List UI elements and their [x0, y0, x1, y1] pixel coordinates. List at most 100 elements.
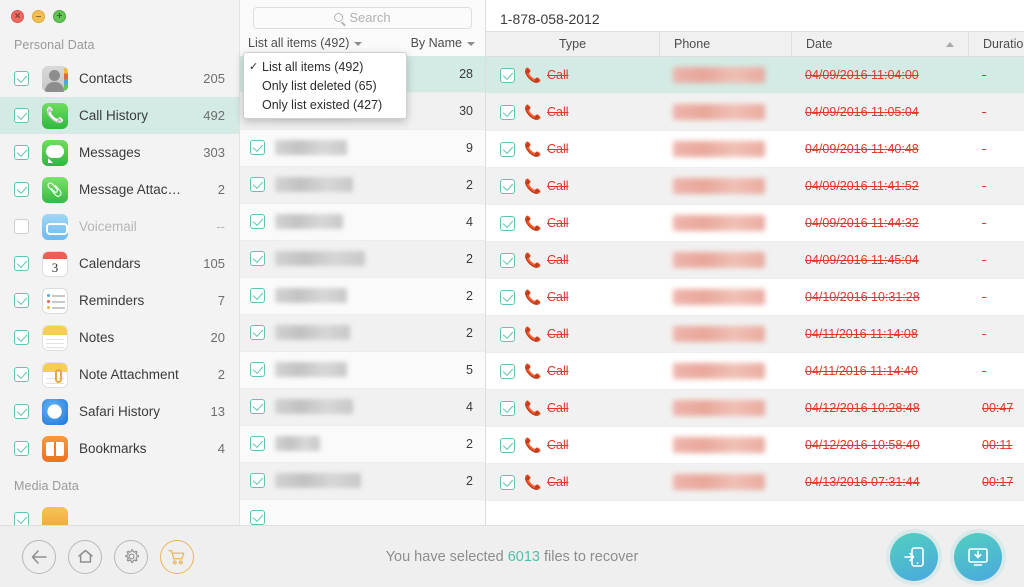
row-checkbox[interactable]	[500, 142, 515, 157]
list-item[interactable]: 4	[240, 204, 485, 241]
table-row[interactable]: Call04/13/2016 07:31:4400:17	[486, 464, 1024, 501]
list-item[interactable]: 2	[240, 463, 485, 500]
settings-button[interactable]	[114, 540, 148, 574]
row-checkbox[interactable]	[500, 290, 515, 305]
sidebar-item-media[interactable]	[0, 501, 239, 525]
list-item-checkbox[interactable]	[250, 436, 265, 451]
sidebar-item-safari-history[interactable]: Safari History13	[0, 393, 239, 430]
sidebar-item-note-attachment[interactable]: Note Attachment2	[0, 356, 239, 393]
column-header-duration[interactable]: Duration	[968, 32, 1024, 56]
sidebar-item-checkbox[interactable]	[14, 441, 29, 456]
list-item-checkbox[interactable]	[250, 473, 265, 488]
list-item-checkbox[interactable]	[250, 288, 265, 303]
column-header-type[interactable]: Type	[486, 32, 659, 56]
table-row[interactable]: Call04/09/2016 11:44:32-	[486, 205, 1024, 242]
list-filter-menu[interactable]: ✓List all items (492)Only list deleted (…	[243, 52, 407, 119]
list-item[interactable]: 2	[240, 315, 485, 352]
list-item-checkbox[interactable]	[250, 214, 265, 229]
recover-to-device-button[interactable]	[890, 533, 938, 581]
cell-duration-label: -	[982, 68, 986, 82]
cell-date: 04/12/2016 10:58:40	[791, 427, 968, 463]
zoom-button[interactable]	[53, 10, 66, 23]
sidebar-item-label: Contacts	[79, 71, 195, 86]
sidebar-item-checkbox[interactable]	[14, 71, 29, 86]
row-checkbox[interactable]	[500, 475, 515, 490]
sidebar-item-checkbox[interactable]	[14, 330, 29, 345]
list-item-checkbox[interactable]	[250, 177, 265, 192]
back-button[interactable]	[22, 540, 56, 574]
sidebar-item-checkbox[interactable]	[14, 145, 29, 160]
sidebar-item-message-attac[interactable]: Message Attac…2	[0, 171, 239, 208]
table-row[interactable]: Call04/10/2016 10:31:28-	[486, 279, 1024, 316]
sort-dropdown[interactable]: By Name	[411, 36, 475, 50]
list-item-checkbox[interactable]	[250, 251, 265, 266]
contact-list[interactable]: 28309242225422	[240, 56, 485, 525]
sidebar-item-voicemail[interactable]: Voicemail--	[0, 208, 239, 245]
table-body[interactable]: Call04/09/2016 11:04:00-Call04/09/2016 1…	[486, 57, 1024, 525]
list-item[interactable]: 9	[240, 130, 485, 167]
sidebar-item-notes[interactable]: Notes20	[0, 319, 239, 356]
sidebar-item-contacts[interactable]: Contacts205	[0, 60, 239, 97]
sidebar-item-checkbox[interactable]	[14, 256, 29, 271]
row-checkbox[interactable]	[500, 216, 515, 231]
list-item[interactable]: 2	[240, 426, 485, 463]
column-header-phone[interactable]: Phone	[659, 32, 791, 56]
list-item-count: 2	[466, 252, 473, 266]
list-item-checkbox[interactable]	[250, 140, 265, 155]
sidebar-item-calendars[interactable]: 3Calendars105	[0, 245, 239, 282]
table-row[interactable]: Call04/09/2016 11:45:04-	[486, 242, 1024, 279]
row-checkbox[interactable]	[500, 438, 515, 453]
row-checkbox[interactable]	[500, 401, 515, 416]
recover-to-computer-button[interactable]	[954, 533, 1002, 581]
row-checkbox[interactable]	[500, 179, 515, 194]
list-item[interactable]: 2	[240, 278, 485, 315]
table-row[interactable]: Call04/12/2016 10:58:4000:11	[486, 427, 1024, 464]
table-row[interactable]: Call04/12/2016 10:28:4800:47	[486, 390, 1024, 427]
row-checkbox[interactable]	[500, 327, 515, 342]
list-filter-dropdown[interactable]: List all items (492)	[248, 36, 362, 50]
cart-button[interactable]	[160, 540, 194, 574]
list-item-checkbox[interactable]	[250, 362, 265, 377]
cell-type: Call	[486, 279, 659, 315]
sidebar-item-checkbox[interactable]	[14, 404, 29, 419]
list-item-checkbox[interactable]	[250, 399, 265, 414]
list-item[interactable]: 5	[240, 352, 485, 389]
table-row[interactable]: Call04/11/2016 11:14:08-	[486, 316, 1024, 353]
filter-menu-item[interactable]: ✓List all items (492)	[244, 57, 406, 76]
cell-date: 04/10/2016 10:31:28	[791, 279, 968, 315]
row-checkbox[interactable]	[500, 364, 515, 379]
search-input[interactable]: Search	[253, 7, 472, 29]
sidebar-item-checkbox[interactable]	[14, 293, 29, 308]
sidebar-item-call-history[interactable]: Call History492	[0, 97, 239, 134]
list-item[interactable]	[240, 500, 485, 525]
list-item-count: 4	[466, 400, 473, 414]
table-row[interactable]: Call04/09/2016 11:05:04-	[486, 94, 1024, 131]
filter-menu-item[interactable]: Only list existed (427)	[244, 95, 406, 114]
list-item-checkbox[interactable]	[250, 510, 265, 525]
sidebar-item-checkbox[interactable]	[14, 367, 29, 382]
list-item[interactable]: 2	[240, 241, 485, 278]
column-header-date[interactable]: Date	[791, 32, 968, 56]
row-checkbox[interactable]	[500, 253, 515, 268]
filter-menu-item[interactable]: Only list deleted (65)	[244, 76, 406, 95]
list-item-checkbox[interactable]	[250, 325, 265, 340]
home-button[interactable]	[68, 540, 102, 574]
row-checkbox[interactable]	[500, 68, 515, 83]
row-checkbox[interactable]	[500, 105, 515, 120]
list-item[interactable]: 4	[240, 389, 485, 426]
sidebar-item-checkbox[interactable]	[14, 512, 29, 525]
sidebar-item-messages[interactable]: Messages303	[0, 134, 239, 171]
sidebar-item-bookmarks[interactable]: Bookmarks4	[0, 430, 239, 467]
table-row[interactable]: Call04/09/2016 11:04:00-	[486, 57, 1024, 94]
table-row[interactable]: Call04/09/2016 11:41:52-	[486, 168, 1024, 205]
sidebar-item-checkbox[interactable]	[14, 182, 29, 197]
minimize-button[interactable]	[32, 10, 45, 23]
table-row[interactable]: Call04/09/2016 11:40:48-	[486, 131, 1024, 168]
table-row[interactable]: Call04/11/2016 11:14:40-	[486, 353, 1024, 390]
sidebar-item-checkbox[interactable]	[14, 219, 29, 234]
close-button[interactable]	[11, 10, 24, 23]
sidebar-item-checkbox[interactable]	[14, 108, 29, 123]
sidebar-item-reminders[interactable]: Reminders7	[0, 282, 239, 319]
list-item[interactable]: 2	[240, 167, 485, 204]
messages-icon	[42, 140, 68, 166]
